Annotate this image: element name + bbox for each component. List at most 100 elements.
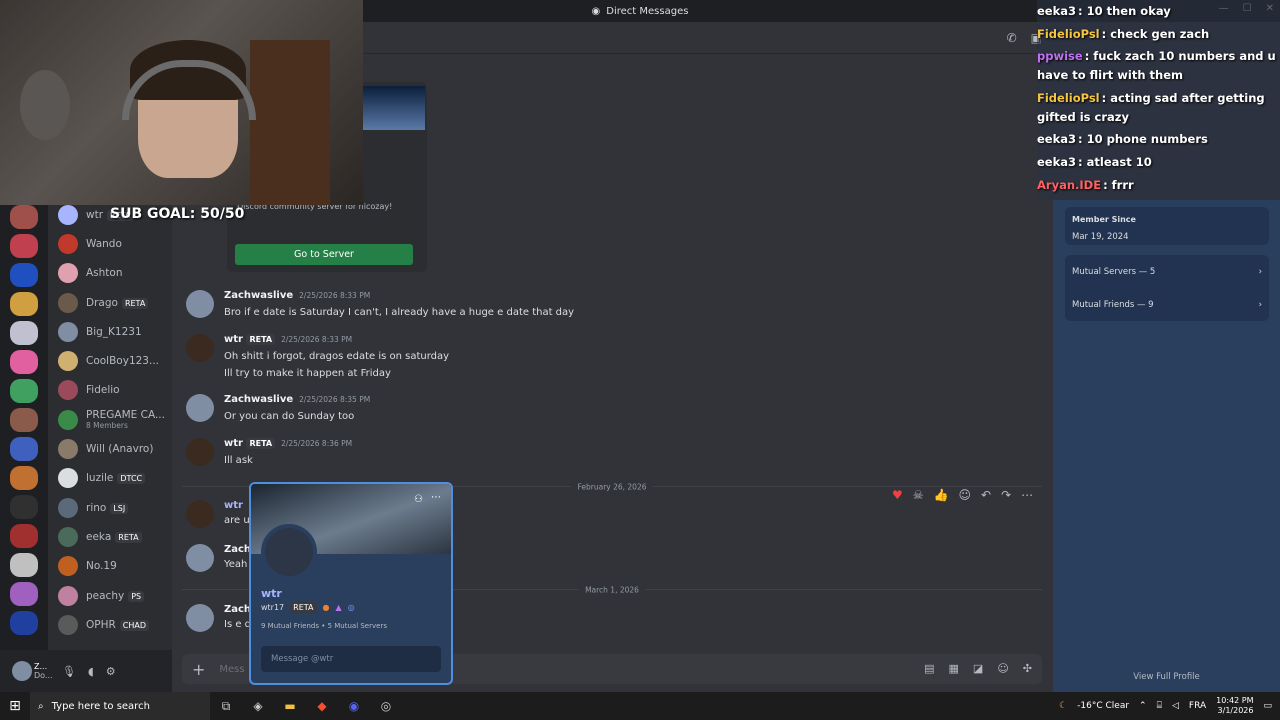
message-author[interactable]: wtr [224,334,243,345]
clock[interactable]: 10:42 PM 3/1/2026 [1216,696,1253,716]
message-author[interactable]: wtr [224,500,243,511]
language-indicator[interactable]: FRA [1189,701,1206,711]
skull-reaction-icon[interactable]: ☠ [913,488,924,502]
server-icon[interactable] [10,205,38,229]
stream-chat-line: FidelioPsl: acting sad after getting gif… [1037,89,1277,127]
server-icon[interactable] [10,553,38,577]
server-icon[interactable] [10,524,38,548]
dm-item[interactable]: luzile DTCC [48,464,172,493]
taskbar-search[interactable]: ⌕ Type here to search [30,692,210,720]
dm-item[interactable]: rino LSJ [48,493,172,522]
network-icon[interactable]: ⌸ [1157,701,1162,711]
weather-text[interactable]: -16°C Clear [1077,701,1129,711]
server-icon[interactable] [10,408,38,432]
server-icon[interactable] [10,234,38,258]
avatar[interactable] [186,604,214,632]
dm-item[interactable]: Big_K1231 [48,317,172,346]
reply-icon[interactable]: ↶ [981,488,991,502]
discord-taskbar-icon[interactable]: ◉ [338,692,370,720]
message-time: 2/25/2026 8:33 PM [281,335,353,344]
role-tag: DTCC [117,473,146,485]
dm-item[interactable]: Ashton [48,259,172,288]
file-explorer-icon[interactable]: ▬ [274,692,306,720]
message-time: 2/25/2026 8:36 PM [281,439,353,448]
dm-item[interactable]: eeka RETA [48,522,172,551]
mutual-friends-row[interactable]: Mutual Friends — 9 › [1072,300,1262,310]
dm-item[interactable]: Fidelio [48,376,172,405]
tray-chevron-icon[interactable]: ⌃ [1139,701,1147,711]
message-author[interactable]: Zachwaslive [224,394,293,405]
message-input-placeholder[interactable]: Mess [219,664,244,675]
mutual-servers[interactable]: 5 Mutual Servers [328,622,387,630]
server-icon[interactable] [10,466,38,490]
gif-icon[interactable]: ▦ [949,662,959,675]
avatar[interactable] [186,334,214,362]
dm-item[interactable]: Wando [48,229,172,258]
dm-members: 8 Members [86,421,128,431]
dm-item[interactable]: CoolBoy123... [48,346,172,375]
go-to-server-button[interactable]: Go to Server [235,244,413,265]
role-tag: LSJ [110,502,129,514]
avatar[interactable] [186,438,214,466]
server-icon[interactable] [10,263,38,287]
headphones-icon[interactable]: ◖ [88,665,94,678]
add-attachment-icon[interactable]: + [192,660,205,679]
server-icon[interactable] [10,379,38,403]
add-friend-icon[interactable]: ⚇ [414,494,423,505]
task-view-icon[interactable]: ⧉ [210,692,242,720]
mutual-servers-row[interactable]: Mutual Servers — 5 › [1072,267,1262,277]
settings-icon[interactable]: ⚙ [106,665,116,678]
message-author[interactable]: wtr [224,438,243,449]
dm-name: rino [86,501,107,514]
server-icon[interactable] [10,350,38,374]
brave-icon[interactable]: ◆ [306,692,338,720]
streamer-webcam [0,0,363,205]
user-avatar[interactable] [12,661,32,681]
avatar [58,585,78,606]
copilot-icon[interactable]: ◈ [242,692,274,720]
thumbs-up-reaction-icon[interactable]: 👍 [934,488,949,502]
emoji-icon[interactable]: ☺ [997,662,1008,675]
server-icon[interactable] [10,437,38,461]
forward-icon[interactable]: ↷ [1001,488,1011,502]
apps-icon[interactable]: ✣ [1023,662,1032,675]
avatar[interactable] [186,544,214,572]
add-reaction-icon[interactable]: ☺ [958,488,971,502]
more-icon[interactable]: ⋯ [431,492,441,503]
dm-item[interactable]: Drago RETA [48,288,172,317]
sticker-icon[interactable]: ◪ [973,662,983,675]
windows-start-icon[interactable]: ⊞ [0,692,30,720]
server-icon[interactable] [10,582,38,606]
view-full-profile-link[interactable]: View Full Profile [1053,672,1280,682]
notification-icon[interactable]: ▭ [1263,701,1272,711]
dm-item[interactable]: PREGAME CA... 8 Members [48,405,172,434]
volume-icon[interactable]: ◁ [1172,701,1179,711]
profile-message-input[interactable]: Message @wtr [261,646,441,672]
role-tag: RETA [115,531,142,543]
avatar[interactable] [186,394,214,422]
chat-username: eeka3 [1037,132,1077,146]
gift-icon[interactable]: ▤ [924,662,934,675]
dm-item[interactable]: No.19 [48,552,172,581]
mutual-friends[interactable]: 9 Mutual Friends [261,622,319,630]
dm-item[interactable]: OPHR CHAD [48,610,172,639]
avatar[interactable] [186,500,214,528]
avatar [58,409,78,430]
obs-icon[interactable]: ◎ [370,692,402,720]
more-icon[interactable]: ⋯ [1021,488,1033,502]
avatar[interactable] [186,290,214,318]
server-icon[interactable] [10,292,38,316]
mutuals-card: Mutual Servers — 5 › Mutual Friends — 9 › [1065,255,1269,321]
server-icon[interactable] [10,495,38,519]
chevron-right-icon: › [1258,267,1262,277]
call-icon[interactable]: ✆ [1007,31,1017,45]
message-author[interactable]: Zachwaslive [224,290,293,301]
profile-avatar[interactable] [261,524,317,580]
dm-item[interactable]: Will (Anavro) [48,434,172,463]
server-icon[interactable] [10,321,38,345]
stream-chat-line: FidelioPsl: check gen zach [1037,25,1277,44]
microphone-icon[interactable]: 🎙 [62,665,76,678]
heart-reaction-icon[interactable]: ♥ [892,488,903,502]
server-icon[interactable] [10,611,38,635]
dm-item[interactable]: peachy PS [48,581,172,610]
